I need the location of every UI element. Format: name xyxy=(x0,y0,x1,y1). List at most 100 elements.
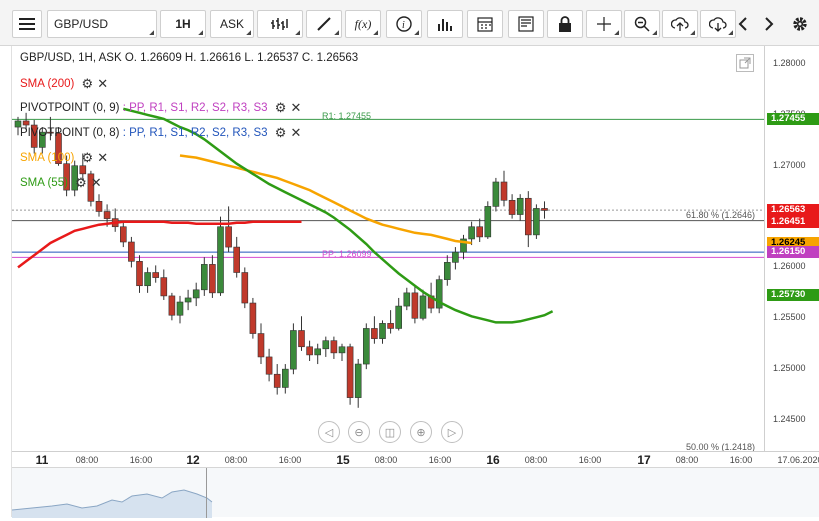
legend-sma55[interactable]: SMA (55) ⚙ ✕ xyxy=(20,175,102,191)
candle-body xyxy=(79,165,87,175)
calendar-button[interactable] xyxy=(467,10,503,38)
legend-pivot2-items: : PP, R1, S1, R2, S2, R3, S3 xyxy=(122,127,268,140)
bar-type-button[interactable] xyxy=(257,10,303,38)
pivot2-settings-gear-icon[interactable]: ⚙ xyxy=(275,125,287,141)
time-tick-label: 08:00 xyxy=(374,455,398,465)
price-type-label: ASK xyxy=(219,17,244,31)
pivot1-settings-gear-icon[interactable]: ⚙ xyxy=(275,100,287,116)
maximize-chart-button[interactable] xyxy=(736,54,754,72)
legend-sma200[interactable]: SMA (200) ⚙ ✕ xyxy=(20,76,108,92)
candle-body xyxy=(257,333,265,358)
draw-tool-button[interactable] xyxy=(306,10,342,38)
candle-body xyxy=(160,277,168,297)
time-tick-label: 16 xyxy=(486,453,500,467)
price-tag: 1.26150 xyxy=(767,246,819,259)
candle-body xyxy=(241,272,249,304)
candle-body xyxy=(95,201,103,212)
candle-body xyxy=(120,226,127,243)
nav-reset-button[interactable]: ◫ xyxy=(379,421,401,443)
price-tag: 1.26451 xyxy=(767,215,819,228)
candle-body xyxy=(533,208,540,236)
time-axis[interactable]: 11 08:00 16:00 12 08:00 16:00 15 08:00 16:00 16 08… xyxy=(12,451,819,467)
candle-body xyxy=(290,330,297,370)
price-tag: 1.26563 xyxy=(767,204,819,217)
nav-forward-button[interactable]: ▷ xyxy=(441,421,463,443)
pp-line-label: PP: 1.26099 xyxy=(322,249,372,259)
candle-body xyxy=(403,292,411,307)
price-tick-label: 1.27000 xyxy=(773,159,806,170)
symbol-select[interactable]: GBP/USD xyxy=(47,10,157,38)
price-tick-label: 1.26000 xyxy=(773,261,806,272)
price-tick-label: 1.25500 xyxy=(773,312,806,323)
time-tick-label: 08:00 xyxy=(224,455,248,465)
news-button[interactable] xyxy=(508,10,544,38)
sma55-settings-gear-icon[interactable]: ⚙ xyxy=(75,175,87,191)
settings-button[interactable] xyxy=(786,10,814,38)
candle-body xyxy=(249,302,257,334)
candle-body xyxy=(281,368,289,388)
candle-body xyxy=(273,373,281,388)
price-type-select[interactable]: ASK xyxy=(210,10,254,38)
info-button[interactable]: i xyxy=(386,10,422,38)
volume-button[interactable] xyxy=(427,10,463,38)
time-tick-label: 17.06.2020 xyxy=(777,455,819,465)
candle-body xyxy=(395,305,403,329)
candle-body xyxy=(103,211,111,219)
calendar-icon xyxy=(477,17,493,32)
fib-618-label: 61.80 % (1.2646) xyxy=(686,210,756,220)
sma100-close-icon[interactable]: ✕ xyxy=(97,150,108,166)
time-tick-label: 15 xyxy=(336,453,350,467)
scroll-right-button[interactable] xyxy=(757,10,781,38)
candle-body xyxy=(225,226,232,248)
time-tick-label: 16:00 xyxy=(129,455,153,465)
lock-button[interactable] xyxy=(547,10,583,38)
legend-pivot2-label: PIVOTPOINT (0, 8) xyxy=(20,127,120,140)
legend-pivot1[interactable]: PIVOTPOINT (0, 9) : PP, R1, S1, R2, S2, … xyxy=(20,100,301,116)
pivot1-close-icon[interactable]: ✕ xyxy=(290,100,301,116)
legend-pivot2[interactable]: PIVOTPOINT (0, 8) : PP, R1, S1, R2, S2, … xyxy=(20,125,301,141)
time-tick-label: 12 xyxy=(186,453,200,467)
arrow-right-icon xyxy=(765,17,774,31)
navigator-strip[interactable] xyxy=(11,467,819,518)
scroll-left-button[interactable] xyxy=(731,10,755,38)
zoom-in-icon: ⊕ xyxy=(416,426,426,439)
reset-icon: ◫ xyxy=(384,426,396,439)
nav-zoom-out-button[interactable]: ⊖ xyxy=(348,421,370,443)
crosshair-button[interactable] xyxy=(586,10,622,38)
sma100-settings-gear-icon[interactable]: ⚙ xyxy=(82,150,94,166)
candle-body xyxy=(152,272,159,278)
candle-body xyxy=(387,323,394,329)
menu-button[interactable] xyxy=(12,10,42,38)
svg-text:i: i xyxy=(402,20,405,31)
candle-body xyxy=(209,264,216,294)
candle-body xyxy=(330,340,338,354)
zoom-icon xyxy=(634,16,650,32)
menu-icon xyxy=(19,18,35,30)
pivot2-close-icon[interactable]: ✕ xyxy=(290,125,301,141)
nav-back-button[interactable]: ◁ xyxy=(318,421,340,443)
candle-body xyxy=(168,295,176,316)
nav-zoom-in-button[interactable]: ⊕ xyxy=(410,421,432,443)
timeframe-select[interactable]: 1H xyxy=(160,10,206,38)
sma200-settings-gear-icon[interactable]: ⚙ xyxy=(82,76,94,92)
zoom-button[interactable] xyxy=(624,10,660,38)
function-button[interactable]: f(x) xyxy=(345,10,381,38)
sma55-close-icon[interactable]: ✕ xyxy=(91,175,102,191)
candle-body xyxy=(516,197,524,215)
sma200-close-icon[interactable]: ✕ xyxy=(97,76,108,92)
expand-icon xyxy=(739,57,751,69)
timeframe-label: 1H xyxy=(175,17,191,31)
candle-body xyxy=(265,356,273,375)
candle-body xyxy=(411,292,419,319)
ohlc-header: GBP/USD, 1H, ASK O. 1.26609 H. 1.26616 L… xyxy=(20,52,359,64)
price-axis[interactable]: 1.280001.275001.270001.265001.260001.255… xyxy=(764,46,819,451)
crosshair-icon xyxy=(597,17,611,31)
candle-body xyxy=(144,272,151,287)
arrow-left-icon xyxy=(738,17,747,31)
upload-button[interactable] xyxy=(662,10,698,38)
candle-body xyxy=(379,323,386,339)
time-tick-label: 16:00 xyxy=(428,455,452,465)
price-tick-label: 1.28000 xyxy=(773,58,806,68)
legend-sma100[interactable]: SMA (100) ⚙ ✕ xyxy=(20,150,108,166)
candle-body xyxy=(492,181,500,207)
